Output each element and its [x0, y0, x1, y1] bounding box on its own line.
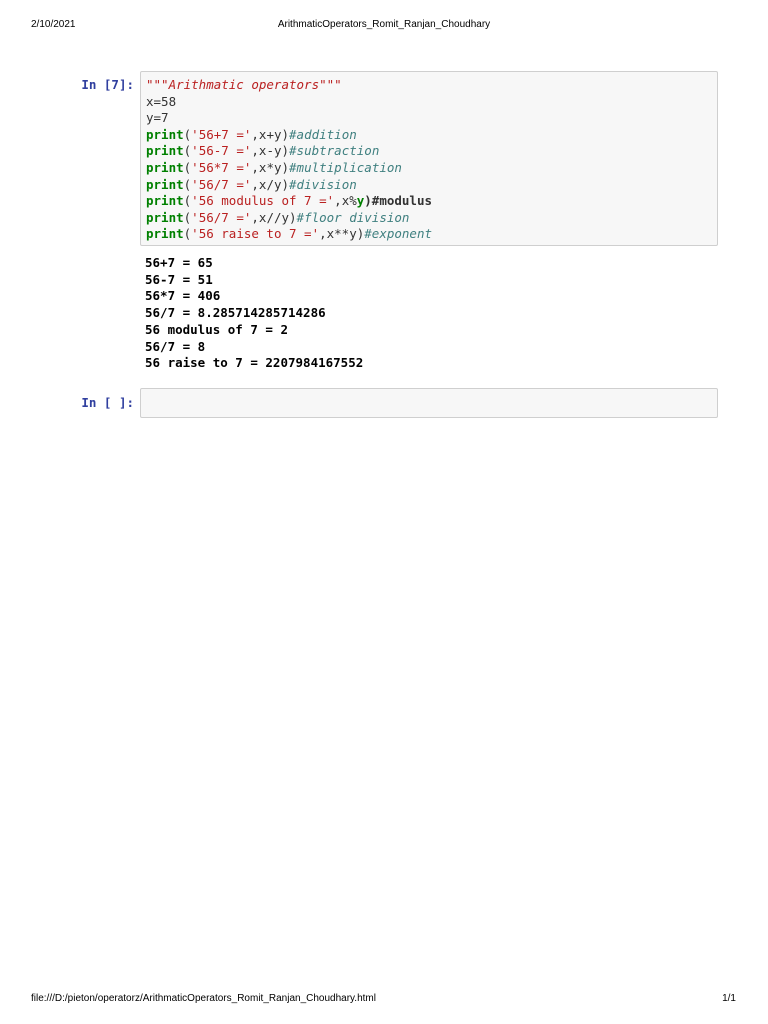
cell-output: 56+7 = 65 56-7 = 51 56*7 = 406 56/7 = 8.285…: [145, 255, 363, 372]
code-line: print('56 modulus of 7 =',x%y)#modulus: [146, 193, 717, 210]
file-path: file:///D:/pieton/operatorz/ArithmaticOp…: [31, 993, 376, 1004]
output-line: 56-7 = 51: [145, 271, 213, 287]
code-line: print('56 raise to 7 =',x**y)#exponent: [146, 226, 717, 243]
code-line: y=7: [146, 110, 717, 127]
code-token: #multiplication: [289, 159, 402, 175]
code-line: print('56-7 =',x-y)#subtraction: [146, 143, 717, 160]
code-token: ,x**y): [319, 226, 365, 242]
code-token: '56/7 =': [191, 176, 252, 192]
page-title: ArithmaticOperators_Romit_Ranjan_Choudha…: [277, 19, 491, 30]
code-token: print: [146, 226, 184, 242]
code-line: """Arithmatic operators""": [146, 77, 717, 94]
code-token: #division: [289, 176, 357, 192]
code-token: print: [146, 176, 184, 192]
code-token: print: [146, 126, 184, 142]
output-line: 56*7 = 406: [145, 288, 221, 304]
code-token: '56-7 =': [191, 143, 252, 159]
output-line: 56/7 = 8.285714285714286: [145, 305, 326, 321]
cell-prompt: In [7]:: [81, 77, 134, 92]
code-token: #exponent: [364, 226, 432, 242]
code-token: #addition: [289, 126, 357, 142]
code-token: '56 modulus of 7 =': [191, 193, 335, 209]
code-token: #subtraction: [289, 143, 380, 159]
code-token: #floor division: [296, 209, 410, 225]
output-line: 56 modulus of 7 = 2: [145, 321, 288, 337]
code-editor[interactable]: """Arithmatic operators""" x=58 y=7 print('…: [141, 72, 717, 243]
output-line: 56 raise to 7 = 2207984167552: [145, 355, 364, 371]
code-token: ,x%: [334, 193, 357, 209]
code-token: ,x+y): [251, 126, 290, 142]
code-line: print('56+7 =',x+y)#addition: [146, 127, 717, 144]
code-token: x=58: [146, 93, 177, 109]
code-token: '56 raise to 7 =': [191, 226, 320, 242]
code-token: print: [146, 209, 184, 225]
code-token: )#modulus: [364, 193, 433, 209]
empty-code-editor[interactable]: [141, 389, 717, 394]
code-token: print: [146, 159, 184, 175]
code-token: print: [146, 143, 184, 159]
empty-cell-prompt: In [ ]:: [81, 395, 134, 410]
code-token: print: [146, 193, 184, 209]
code-line: print('56/7 =',x/y)#division: [146, 177, 717, 194]
output-line: 56/7 = 8: [145, 338, 206, 354]
code-token: ,x/y): [251, 176, 290, 192]
output-line: 56+7 = 65: [145, 255, 213, 270]
code-token: '56/7 =': [191, 209, 252, 225]
code-token: ,x//y): [251, 209, 297, 225]
page-number: 1/1: [722, 993, 736, 1004]
code-line: print('56/7 =',x//y)#floor division: [146, 210, 717, 227]
code-token: """Arithmatic operators""": [146, 77, 342, 92]
code-cell[interactable]: """Arithmatic operators""" x=58 y=7 print('…: [140, 71, 718, 246]
code-token: ,x-y): [251, 143, 290, 159]
empty-code-cell[interactable]: [140, 388, 718, 418]
code-token: ,x*y): [251, 159, 290, 175]
code-token: y=7: [146, 110, 169, 126]
code-line: print('56*7 =',x*y)#multiplication: [146, 160, 717, 177]
code-line: x=58: [146, 94, 717, 111]
code-token: '56+7 =': [191, 126, 252, 142]
code-token: '56*7 =': [191, 159, 252, 175]
